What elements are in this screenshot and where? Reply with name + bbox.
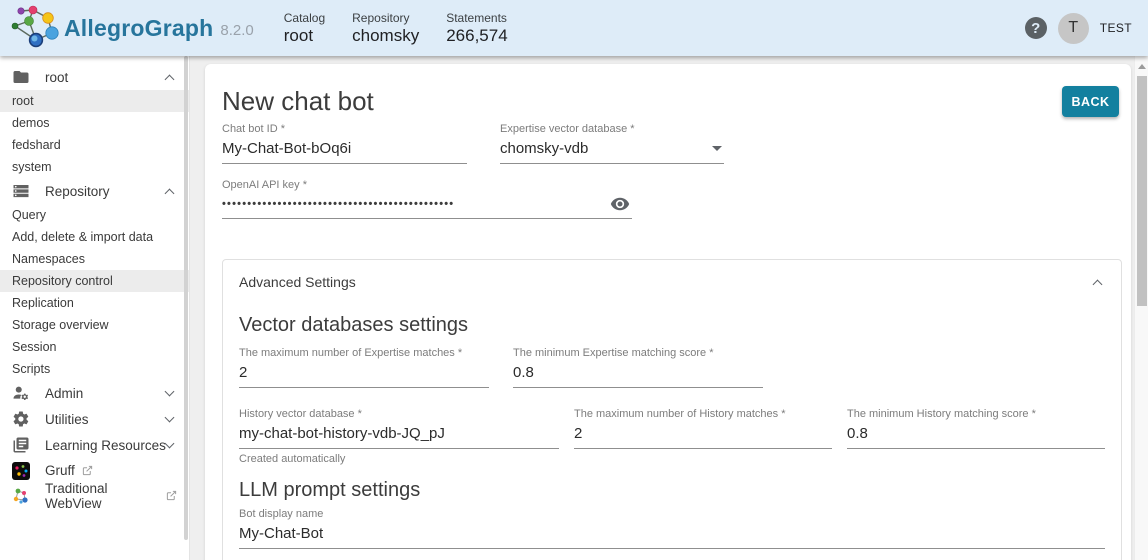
- sidebar-item-system[interactable]: system: [0, 156, 189, 178]
- max-history-matches-value[interactable]: 2: [574, 420, 832, 449]
- stat-repository: Repository chomsky: [352, 10, 420, 45]
- bot-display-name-field[interactable]: Bot display name My-Chat-Bot: [239, 508, 1105, 549]
- advanced-settings-title: Advanced Settings: [239, 274, 356, 290]
- back-button[interactable]: BACK: [1062, 86, 1119, 117]
- chevron-up-icon: [164, 188, 175, 198]
- max-expertise-matches-field[interactable]: The maximum number of Expertise matches …: [239, 347, 489, 388]
- min-history-score-field[interactable]: The minimum History matching score * 0.8: [847, 408, 1105, 465]
- main-area: New chat bot BACK Chat bot ID * My-Chat-…: [190, 56, 1148, 560]
- sidebar-section-root[interactable]: root: [0, 64, 189, 90]
- vector-db-settings-heading: Vector databases settings: [239, 314, 469, 336]
- app-header: AllegroGraph 8.2.0 Catalog root Reposito…: [0, 0, 1148, 56]
- webview-icon: [12, 487, 30, 505]
- sidebar-item-root[interactable]: root: [0, 90, 189, 112]
- stat-catalog: Catalog root: [283, 10, 326, 45]
- gear-icon: [12, 410, 30, 428]
- bot-display-name-value[interactable]: My-Chat-Bot: [239, 520, 1105, 549]
- openai-api-key-field[interactable]: OpenAI API key * •••••••••••••••••••••••…: [222, 179, 632, 219]
- chevron-down-icon: [164, 438, 175, 449]
- chevron-up-icon: [1092, 279, 1103, 289]
- header-stats: Catalog root Repository chomsky Statemen…: [284, 11, 508, 46]
- advanced-settings-header[interactable]: Advanced Settings: [239, 274, 1105, 290]
- scrollbar-thumb[interactable]: [1137, 76, 1147, 306]
- history-vdb-value[interactable]: my-chat-bot-history-vdb-JQ_pJ: [239, 420, 559, 449]
- openai-api-key-value[interactable]: ••••••••••••••••••••••••••••••••••••••••…: [222, 198, 454, 210]
- openai-api-key-label: OpenAI API key *: [222, 179, 307, 191]
- chevron-down-icon: [164, 386, 175, 397]
- help-icon[interactable]: ?: [1024, 17, 1047, 39]
- brand-name: AllegroGraph: [64, 14, 214, 41]
- username-label: TEST: [1099, 21, 1132, 35]
- sidebar-item-fedshard[interactable]: fedshard: [0, 134, 189, 156]
- user-avatar[interactable]: T: [1057, 12, 1089, 44]
- brand-version: 8.2.0: [220, 21, 254, 39]
- book-icon: [12, 436, 30, 454]
- sidebar-item-add-delete-import-data[interactable]: Add, delete & import data: [0, 226, 189, 248]
- sidebar-item-session[interactable]: Session: [0, 336, 189, 358]
- sidebar-section-utilities[interactable]: Utilities: [0, 406, 189, 432]
- sidebar-item-scripts[interactable]: Scripts: [0, 358, 189, 380]
- sidebar-item-storage-overview[interactable]: Storage overview: [0, 314, 189, 336]
- history-vdb-field[interactable]: History vector database * my-chat-bot-hi…: [239, 408, 559, 465]
- min-expertise-score-field[interactable]: The minimum Expertise matching score * 0…: [513, 347, 763, 388]
- max-history-matches-field[interactable]: The maximum number of History matches * …: [574, 408, 832, 465]
- sidebar-link-traditional-webview[interactable]: Traditional WebView: [0, 481, 189, 511]
- allegrograph-logo-icon: [8, 3, 60, 54]
- sidebar-item-replication[interactable]: Replication: [0, 292, 189, 314]
- sidebar-item-repository-control[interactable]: Repository control: [0, 270, 189, 292]
- dropdown-caret-icon[interactable]: [712, 146, 722, 151]
- max-expertise-matches-value[interactable]: 2: [239, 359, 489, 388]
- repository-icon: [12, 182, 30, 200]
- chevron-down-icon: [164, 412, 175, 423]
- sidebar-item-namespaces[interactable]: Namespaces: [0, 248, 189, 270]
- sidebar-item-query[interactable]: Query: [0, 204, 189, 226]
- sidebar-link-gruff[interactable]: Gruff: [0, 458, 189, 483]
- folder-icon: [12, 68, 30, 86]
- history-vdb-hint: Created automatically: [239, 453, 346, 465]
- external-link-icon: [166, 490, 177, 501]
- page-title: New chat bot: [222, 86, 374, 116]
- sidebar-item-demos[interactable]: demos: [0, 112, 189, 134]
- sidebar-section-learning-resources[interactable]: Learning Resources: [0, 432, 189, 458]
- external-link-icon: [82, 465, 93, 476]
- chat-bot-id-label: Chat bot ID *: [222, 123, 285, 135]
- form-card: New chat bot BACK Chat bot ID * My-Chat-…: [205, 64, 1131, 560]
- sidebar-scrollbar[interactable]: [184, 56, 188, 540]
- sidebar-section-admin[interactable]: Admin: [0, 380, 189, 406]
- expertise-vdb-label: Expertise vector database *: [500, 123, 635, 135]
- chat-bot-id-value[interactable]: My-Chat-Bot-bOq6i: [222, 135, 467, 164]
- sidebar-nav: root root demos fedshard system Repository Que…: [0, 56, 190, 560]
- main-scrollbar[interactable]: [1134, 56, 1148, 560]
- llm-prompt-settings-heading: LLM prompt settings: [239, 479, 421, 501]
- stat-statements: Statements 266,574: [446, 10, 508, 45]
- chevron-up-icon: [164, 74, 175, 84]
- min-expertise-score-value[interactable]: 0.8: [513, 359, 763, 388]
- advanced-settings-panel: Advanced Settings Vector databases setti…: [222, 259, 1122, 560]
- expertise-vdb-select[interactable]: Expertise vector database * chomsky-vdb: [500, 123, 724, 164]
- chat-bot-id-field[interactable]: Chat bot ID * My-Chat-Bot-bOq6i: [222, 123, 467, 164]
- gruff-icon: [12, 461, 30, 480]
- sidebar-section-repository[interactable]: Repository: [0, 178, 189, 204]
- expertise-vdb-value[interactable]: chomsky-vdb: [500, 140, 588, 157]
- scrollbar-up-arrow-icon[interactable]: [1137, 64, 1146, 69]
- admin-icon: [12, 384, 30, 402]
- min-history-score-value[interactable]: 0.8: [847, 420, 1105, 449]
- visibility-eye-icon[interactable]: [610, 194, 630, 214]
